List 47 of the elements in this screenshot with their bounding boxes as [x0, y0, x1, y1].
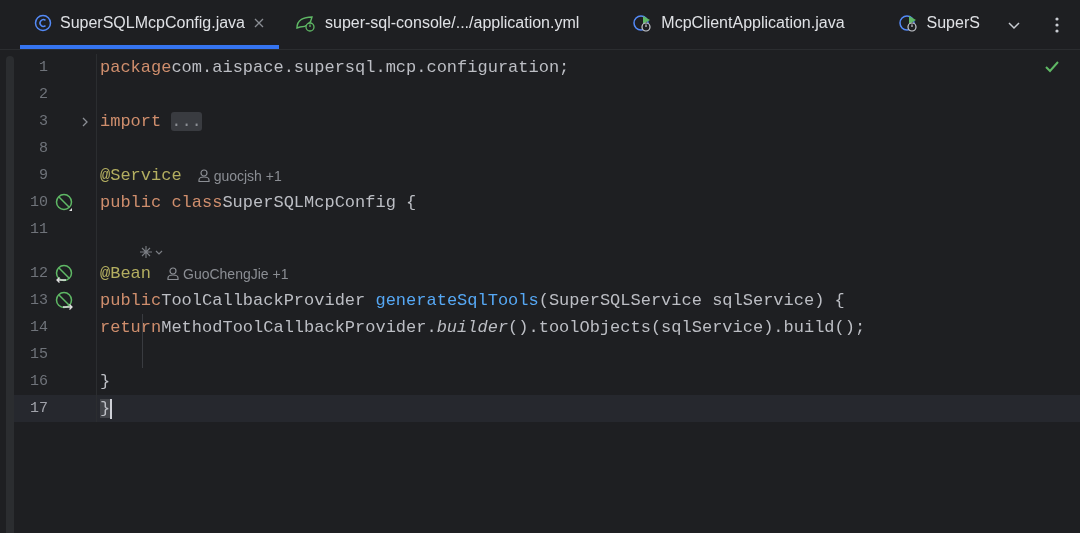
person-icon: [197, 169, 210, 182]
line-number: 2: [38, 86, 48, 103]
line-number: 12: [29, 265, 48, 282]
line-number: 15: [29, 346, 48, 363]
line-number: 8: [38, 140, 48, 157]
more-icon[interactable]: [1053, 15, 1060, 34]
code-text: MethodToolCallbackProvider.: [161, 318, 437, 337]
chevron-right-icon[interactable]: [81, 115, 89, 128]
editor-tab[interactable]: SuperSQLMcpConfig.java: [20, 0, 279, 49]
keyword: public class: [100, 193, 223, 212]
check-icon[interactable]: [1044, 60, 1060, 74]
line-number: 11: [29, 221, 48, 238]
author-hint[interactable]: GuoChengJie +1: [167, 265, 289, 282]
line-number: 13: [29, 292, 48, 309]
line-number: 1: [38, 59, 48, 76]
line-number: 14: [29, 319, 48, 336]
line-number: 10: [29, 194, 48, 211]
code-text: ().toolObjects(sqlService).build();: [508, 318, 866, 337]
close-icon[interactable]: [253, 16, 265, 29]
class-icon: [34, 13, 52, 32]
line-number: 17: [29, 400, 48, 417]
leaf-icon: [295, 13, 317, 32]
code-text: SuperSQLMcpConfig {: [222, 193, 417, 212]
closing-brace: }: [100, 399, 111, 418]
author-hint[interactable]: guocjsh +1: [197, 167, 282, 184]
code-text: }: [100, 372, 111, 391]
person-icon: [167, 267, 179, 280]
editor-tab[interactable]: SuperS: [884, 0, 994, 49]
keyword: import: [100, 112, 162, 131]
run-class-icon: [633, 13, 654, 32]
code-text: com.aispace.supersql.mcp.configuration;: [171, 58, 570, 77]
ai-assistant-icon[interactable]: [139, 244, 165, 259]
editor-tab[interactable]: super-sql-console/.../application.yml: [279, 0, 620, 49]
keyword: package: [100, 58, 172, 77]
line-number: 16: [29, 373, 48, 390]
code-text: (SuperSQLService sqlService) {: [538, 291, 845, 310]
code-text: ToolCallbackProvider: [161, 291, 367, 310]
editor-tab[interactable]: McpClientApplication.java: [619, 0, 885, 49]
keyword: return: [100, 318, 162, 337]
line-number: 9: [38, 167, 48, 184]
run-class-icon: [898, 13, 919, 32]
annotation: @Bean: [100, 264, 151, 283]
annotation: @Service: [100, 166, 182, 185]
keyword: public: [100, 291, 162, 310]
method-name: generateSqlTools: [375, 291, 539, 310]
line-number: 3: [38, 113, 48, 130]
method-call: builder: [436, 318, 509, 337]
